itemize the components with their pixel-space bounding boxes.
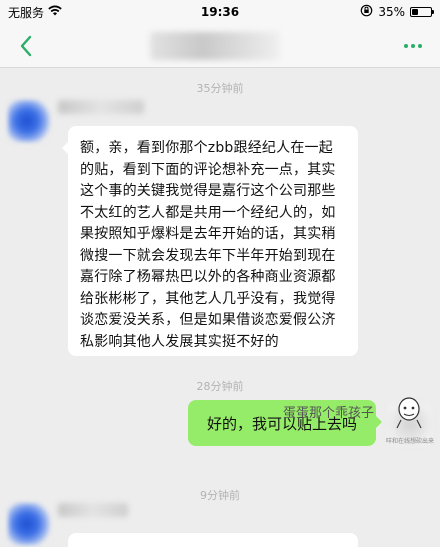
more-options-button[interactable] [398,32,428,60]
carrier-label: 无服务 [8,5,45,20]
chevron-left-icon [20,35,32,56]
message-timestamp: 9分钟前 [200,489,240,502]
watermark-caption: 咩和在线想砍出来 [386,438,435,445]
message-timestamp: 35分钟前 [196,82,244,95]
watermark-logo-icon [396,397,422,429]
contact-nickname-redacted [58,503,128,517]
battery-percent: 35% [378,5,405,19]
more-dots-icon [404,43,408,48]
incoming-message-bubble[interactable] [68,533,358,547]
rotation-lock-icon [360,4,373,20]
battery-icon [410,7,434,17]
contact-name-redacted [150,32,280,60]
contact-avatar-redacted[interactable] [8,100,50,142]
back-button[interactable] [12,32,40,60]
watermark-text: 蛋蛋那个乖孩子 [283,406,375,421]
status-bar: 无服务 19:36 35% [0,0,440,24]
incoming-message-bubble[interactable]: 额，亲，看到你那个zbb跟经纪人在一起的贴，看到下面的评论想补充一点，其实这个事… [62,126,358,356]
chat-nav-bar [0,24,440,68]
message-text: 额，亲，看到你那个zbb跟经纪人在一起的贴，看到下面的评论想补充一点，其实这个事… [80,140,336,350]
status-right: 35% [360,4,434,20]
wifi-icon [48,5,62,19]
contact-nickname-redacted [58,100,144,114]
status-left: 无服务 [8,4,62,21]
message-timestamp: 28分钟前 [196,380,244,393]
battery-fill [412,9,419,15]
contact-avatar-redacted[interactable] [8,503,50,545]
